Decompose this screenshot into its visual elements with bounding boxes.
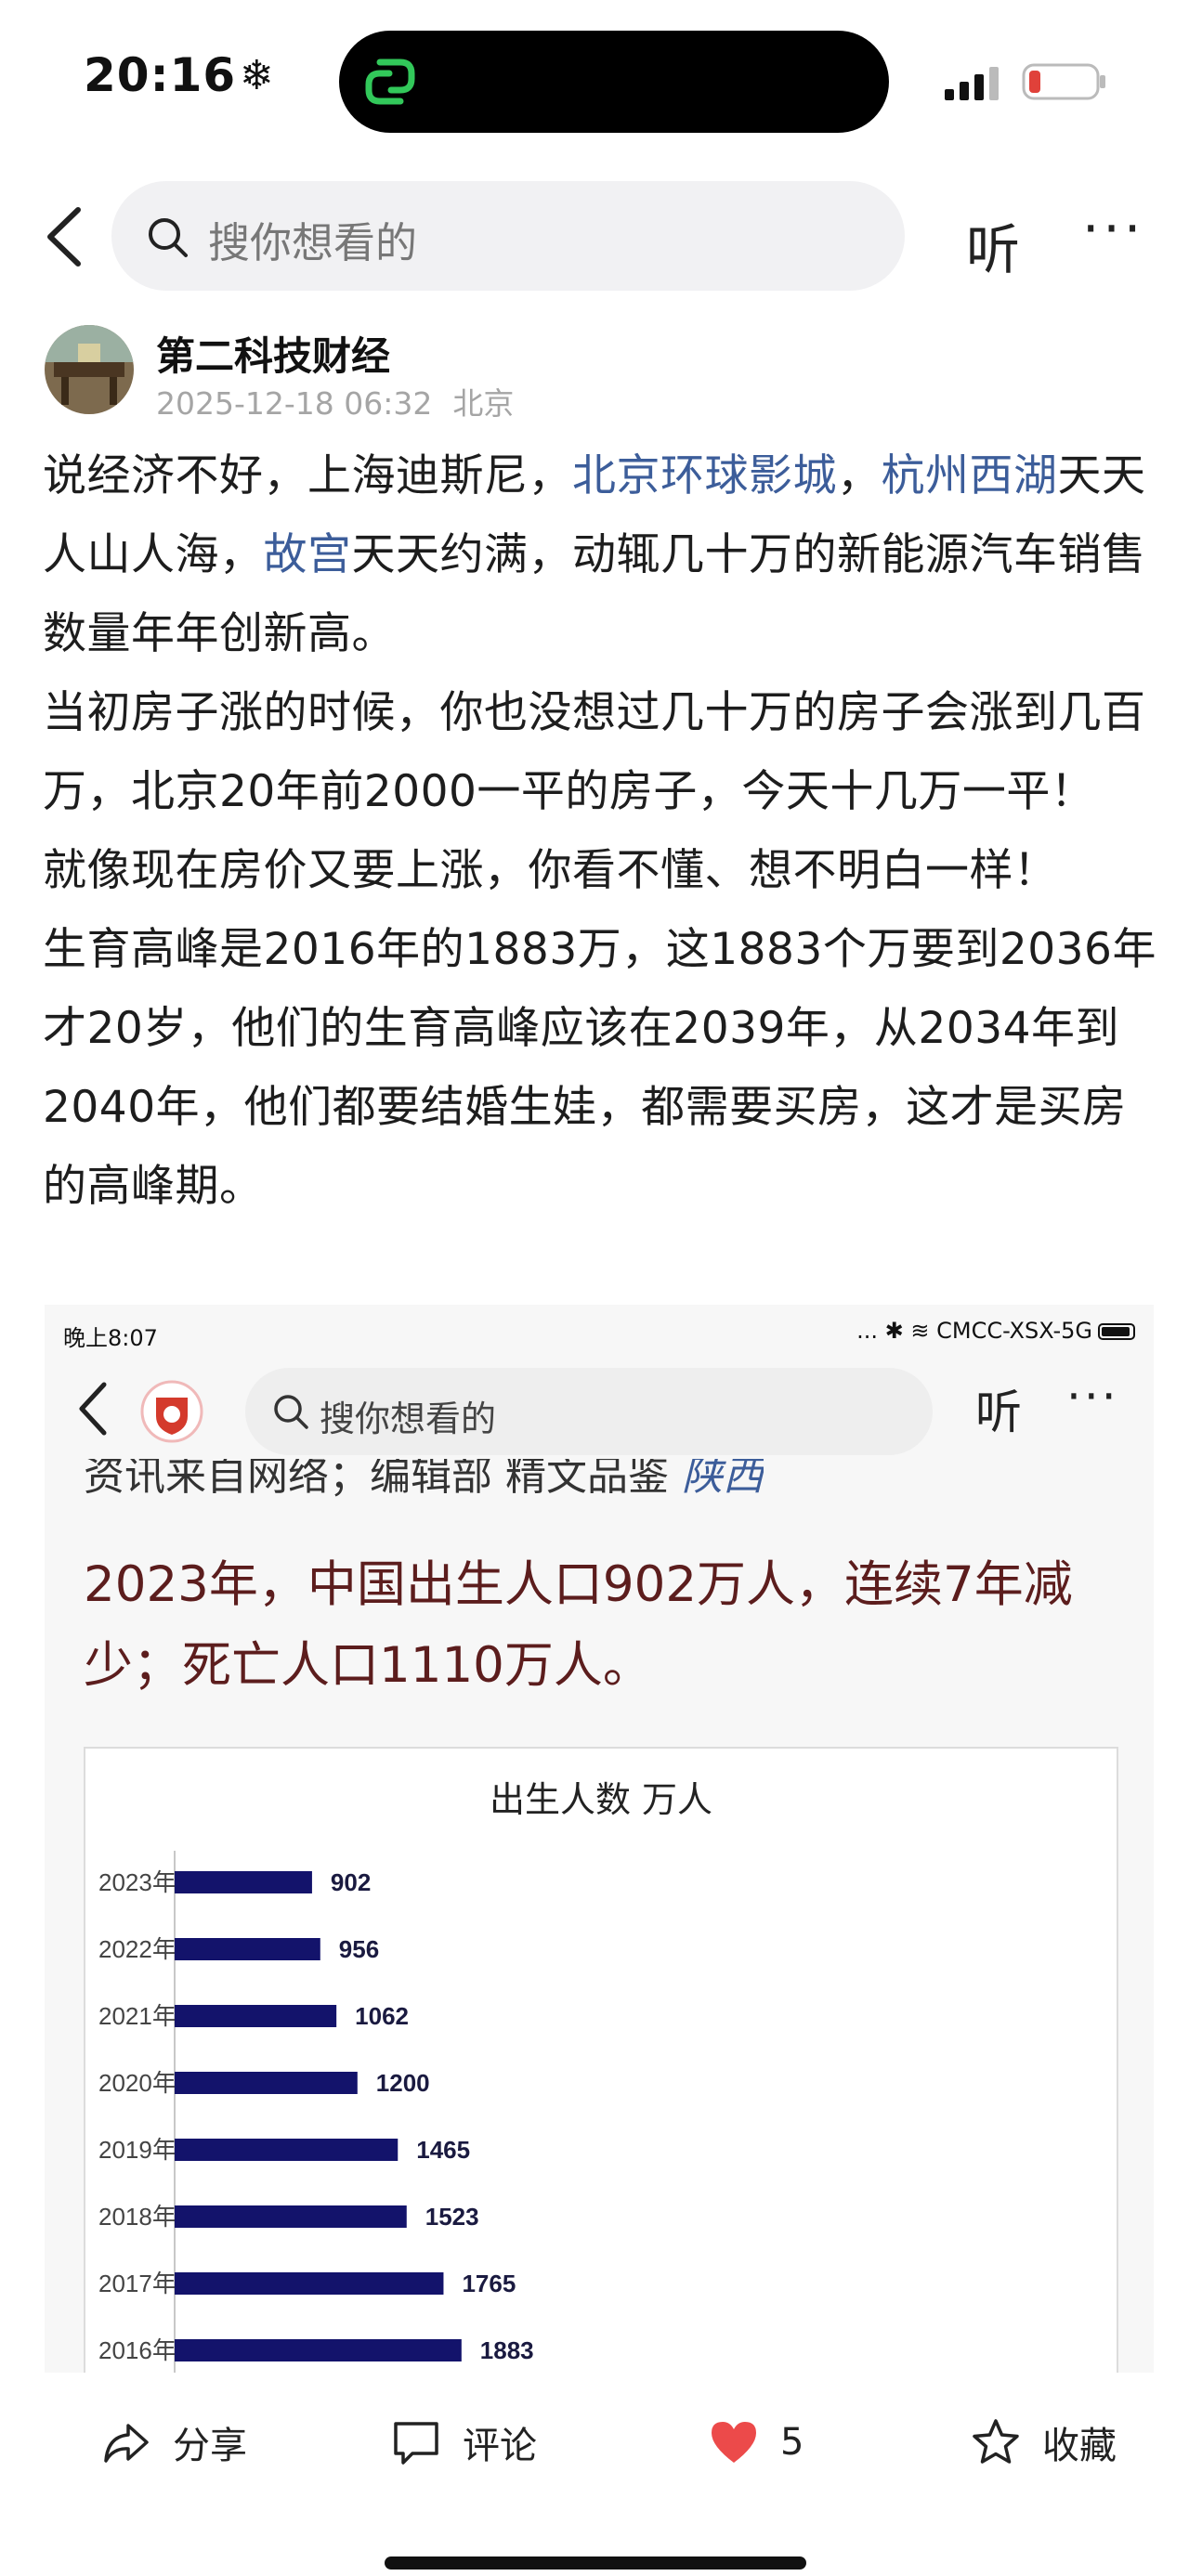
like-button[interactable]: 5 bbox=[708, 2414, 804, 2470]
topic-link[interactable]: 北京环球影城 bbox=[572, 450, 837, 501]
battery-low-icon bbox=[1022, 63, 1105, 100]
post-date: 2025-12-18 06:32 bbox=[156, 385, 433, 422]
search-input[interactable]: 搜你想看的 bbox=[111, 181, 905, 291]
more-options-button[interactable]: ··· bbox=[1082, 197, 1144, 260]
home-indicator bbox=[385, 2556, 806, 2569]
chart-category-label: 2023年 bbox=[98, 1868, 176, 1896]
article-text: 说经济不好，上海迪斯尼， bbox=[43, 450, 572, 501]
article-text: 就像现在房价又要上涨，你看不懂、想不明白一样！ bbox=[43, 845, 1058, 896]
author-name[interactable]: 第二科技财经 bbox=[156, 325, 390, 382]
embedded-headline: 2023年，中国出生人口902万人，连续7年减少；死亡人口1110万人。 bbox=[84, 1556, 1073, 1694]
article-paragraph: 就像现在房价又要上涨，你看不懂、想不明白一样！ bbox=[43, 831, 1157, 910]
post-location: 北京 bbox=[452, 385, 515, 422]
snowflake-icon: ❄ bbox=[240, 52, 274, 99]
embedded-account-logo-icon bbox=[140, 1380, 203, 1443]
back-arrow-icon[interactable] bbox=[37, 202, 93, 271]
chart-category-label: 2020年 bbox=[98, 2069, 176, 2097]
chart-plot: 2023年 902 2022年 956 2021年 1062 2020年 1200 2019年 1… bbox=[98, 1851, 534, 2373]
avatar[interactable] bbox=[45, 325, 134, 414]
chart-bar bbox=[175, 2072, 358, 2094]
birth-chart: 出生人数 万人 2023年 902 2022年 956 2021年 1062 2020年 12… bbox=[84, 1747, 1118, 2373]
article-body: 说经济不好，上海迪斯尼，北京环球影城，杭州西湖天天人山人海，故宫天天约满，动辄几… bbox=[43, 436, 1157, 1226]
embedded-more-icon: ··· bbox=[1066, 1370, 1119, 1424]
embedded-back-arrow-icon bbox=[79, 1382, 107, 1436]
post-meta: 2025-12-18 06:32 北京 bbox=[156, 379, 514, 423]
share-label: 分享 bbox=[173, 2425, 247, 2467]
chart-bar bbox=[175, 1938, 320, 1960]
like-count: 5 bbox=[780, 2421, 804, 2464]
chart-bar bbox=[175, 2272, 444, 2295]
share-icon bbox=[104, 2424, 149, 2463]
comment-label: 评论 bbox=[463, 2425, 537, 2467]
embedded-source-link: 陕西 bbox=[681, 1452, 764, 1500]
top-nav-bar: 搜你想看的 听 ··· bbox=[0, 176, 1189, 297]
topic-link[interactable]: 杭州西湖 bbox=[882, 450, 1058, 501]
favorite-button[interactable]: 收藏 bbox=[970, 2414, 1117, 2470]
status-time: 20:16 bbox=[84, 48, 237, 102]
comment-icon bbox=[394, 2422, 438, 2465]
article-paragraph: 生育高峰是2016年的1883万，这1883个万要到2036年才20岁，他们的生… bbox=[43, 910, 1157, 1226]
favorite-label: 收藏 bbox=[1042, 2425, 1117, 2467]
chart-category-label: 2016年 bbox=[98, 2336, 176, 2364]
chart-bar bbox=[175, 2139, 399, 2161]
signal-icon bbox=[945, 67, 999, 100]
embedded-status-right: ... ✱ ≋ CMCC-XSX-5G bbox=[856, 1318, 1135, 1344]
status-bar: 20:16 ❄ bbox=[0, 0, 1189, 158]
comment-button[interactable]: 评论 bbox=[390, 2414, 537, 2470]
chart-value-label: 1883 bbox=[480, 2336, 534, 2364]
star-icon bbox=[973, 2419, 1019, 2464]
chart-value-label: 1062 bbox=[355, 2002, 409, 2030]
article-paragraph: 当初房子涨的时候，你也没想过几十万的房子会涨到几百万，北京20年前2000一平的… bbox=[43, 673, 1157, 831]
topic-link[interactable]: 故宫 bbox=[264, 529, 352, 580]
avatar-image bbox=[45, 325, 134, 414]
embedded-status-carrier: ... ✱ ≋ CMCC-XSX-5G bbox=[856, 1318, 1092, 1344]
article-text: ， bbox=[837, 450, 882, 501]
embedded-search-icon bbox=[274, 1395, 308, 1429]
listen-button[interactable]: 听 bbox=[966, 206, 1020, 284]
chart-value-label: 1200 bbox=[376, 2069, 430, 2097]
embedded-source-prefix: 资讯来自网络；编辑部 精文品鉴 bbox=[84, 1452, 682, 1500]
bottom-action-bar: 分享 评论 5 收藏 bbox=[0, 2377, 1189, 2498]
embedded-screenshot: 晚上8:07 ... ✱ ≋ CMCC-XSX-5G 搜你想看的 听 ··· 资… bbox=[45, 1305, 1154, 2373]
chart-category-label: 2019年 bbox=[98, 2136, 176, 2164]
chart-category-label: 2021年 bbox=[98, 2002, 176, 2030]
chart-value-label: 956 bbox=[339, 1935, 379, 1963]
chart-value-label: 1765 bbox=[462, 2270, 516, 2297]
embedded-search-input: 搜你想看的 bbox=[245, 1368, 933, 1455]
heart-icon bbox=[712, 2422, 756, 2463]
article-text: 生育高峰是2016年的1883万，这1883个万要到2036年才20岁，他们的生… bbox=[43, 924, 1156, 1212]
chart-category-label: 2018年 bbox=[98, 2203, 176, 2231]
chart-value-label: 1465 bbox=[416, 2136, 470, 2164]
chart-bar bbox=[175, 2005, 337, 2027]
search-icon bbox=[149, 218, 188, 257]
wechat-style-green-icon bbox=[365, 59, 415, 105]
chart-category-label: 2017年 bbox=[98, 2270, 176, 2297]
chart-bar bbox=[175, 2205, 407, 2228]
search-placeholder: 搜你想看的 bbox=[208, 218, 418, 267]
embedded-battery-icon bbox=[1098, 1323, 1135, 1340]
article-paragraph: 说经济不好，上海迪斯尼，北京环球影城，杭州西湖天天人山人海，故宫天天约满，动辄几… bbox=[43, 436, 1157, 673]
share-button[interactable]: 分享 bbox=[100, 2414, 247, 2470]
chart-value-label: 1523 bbox=[425, 2203, 479, 2231]
article-text: 当初房子涨的时候，你也没想过几十万的房子会涨到几百万，北京20年前2000一平的… bbox=[43, 687, 1146, 817]
embedded-search-placeholder: 搜你想看的 bbox=[320, 1399, 497, 1439]
chart-category-label: 2022年 bbox=[98, 1935, 176, 1963]
dynamic-island bbox=[339, 31, 889, 133]
chart-bar bbox=[175, 1871, 312, 1893]
embedded-listen-label: 听 bbox=[975, 1386, 1022, 1439]
chart-value-label: 902 bbox=[331, 1868, 371, 1896]
chart-bar bbox=[175, 2339, 462, 2361]
embedded-status-time: 晚上8:07 bbox=[63, 1325, 158, 1351]
